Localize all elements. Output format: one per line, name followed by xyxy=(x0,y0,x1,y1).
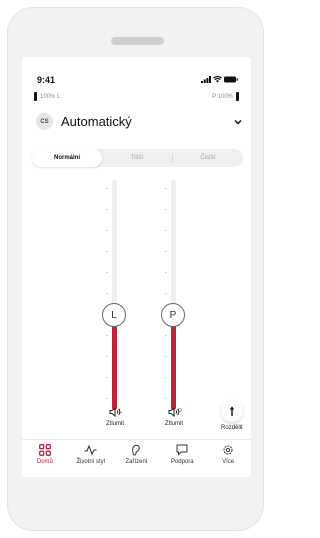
mode-tab-quieter[interactable]: Tišší xyxy=(102,149,172,167)
nav-item-home[interactable]: Domů xyxy=(23,440,67,477)
scale-tick xyxy=(165,377,167,378)
battery-icon xyxy=(224,76,238,83)
scale-tick xyxy=(165,188,167,189)
mute-left-label: Ztlumit xyxy=(106,421,124,427)
left-battery-label: 100% L xyxy=(40,93,61,100)
signal-icon xyxy=(201,76,211,83)
mode-tab-clearer[interactable]: Čistší xyxy=(173,149,243,167)
nav-label-support: Podpora xyxy=(170,459,194,465)
scale-tick xyxy=(165,398,167,399)
program-name: Automatický xyxy=(61,114,132,129)
scale-tick xyxy=(106,293,108,294)
scale-tick xyxy=(106,272,108,273)
nav-item-lifestyle[interactable]: Životní styl xyxy=(69,440,113,477)
nav-label-lifestyle: Životní styl xyxy=(76,459,106,465)
scale-tick xyxy=(165,293,167,294)
scale-tick xyxy=(106,209,108,210)
nav-item-devices[interactable]: Zařízení xyxy=(114,440,158,477)
speaker-icon xyxy=(168,407,180,417)
chat-icon xyxy=(176,444,188,456)
scale-tick xyxy=(165,356,167,357)
phone-speaker xyxy=(111,37,164,45)
scale-tick xyxy=(165,335,167,336)
right-hearing-aid-battery: P 100% xyxy=(212,92,239,101)
nav-label-more: Více xyxy=(222,459,235,465)
bottom-navigation: Domů Životní styl Zařízení Podpora Více xyxy=(22,439,251,477)
activity-icon xyxy=(84,444,97,456)
scale-tick xyxy=(165,251,167,252)
nav-label-home: Domů xyxy=(36,459,53,465)
split-button[interactable] xyxy=(221,400,243,422)
hearing-aid-icon xyxy=(132,444,141,456)
battery-level-icon xyxy=(34,92,37,101)
scale-tick xyxy=(106,335,108,336)
scale-tick xyxy=(106,188,108,189)
chevron-down-icon xyxy=(234,117,242,127)
gear-icon xyxy=(223,445,233,455)
program-icon: CS xyxy=(36,113,53,130)
status-time: 9:41 xyxy=(37,75,56,85)
home-grid-icon xyxy=(38,444,51,456)
battery-level-icon xyxy=(236,92,239,101)
split-icon xyxy=(229,406,235,416)
program-selector[interactable]: CS Automatický xyxy=(36,113,242,130)
speaker-icon xyxy=(109,407,121,417)
status-icons xyxy=(201,76,238,83)
scale-tick xyxy=(165,272,167,273)
nav-label-devices: Zařízení xyxy=(125,459,148,465)
right-battery-label: P 100% xyxy=(212,93,233,100)
mute-right-label: Ztlumit xyxy=(165,421,183,427)
right-volume-fill xyxy=(171,315,176,410)
left-volume-knob[interactable]: L xyxy=(102,303,126,327)
scale-tick xyxy=(106,398,108,399)
scale-tick xyxy=(165,209,167,210)
mute-left-button[interactable]: Ztlumit xyxy=(92,407,138,427)
scale-tick xyxy=(106,356,108,357)
app-screen: 9:41 100% L P 100% CS Automatický Normál… xyxy=(22,57,251,477)
mode-tab-normal[interactable]: Normální xyxy=(32,149,102,167)
wifi-icon xyxy=(213,76,222,83)
scale-tick xyxy=(165,230,167,231)
scale-tick xyxy=(106,251,108,252)
left-hearing-aid-battery: 100% L xyxy=(34,92,60,101)
right-volume-knob[interactable]: P xyxy=(161,303,185,327)
split-label: Rozdělit xyxy=(221,425,243,431)
left-volume-fill xyxy=(112,315,117,410)
nav-item-support[interactable]: Podpora xyxy=(160,440,204,477)
mute-right-button[interactable]: Ztlumit xyxy=(151,407,197,427)
scale-tick xyxy=(106,377,108,378)
nav-item-more[interactable]: Více xyxy=(206,440,250,477)
scale-tick xyxy=(106,230,108,231)
sound-mode-segmented-control: Normální Tišší Čistší xyxy=(32,149,243,167)
